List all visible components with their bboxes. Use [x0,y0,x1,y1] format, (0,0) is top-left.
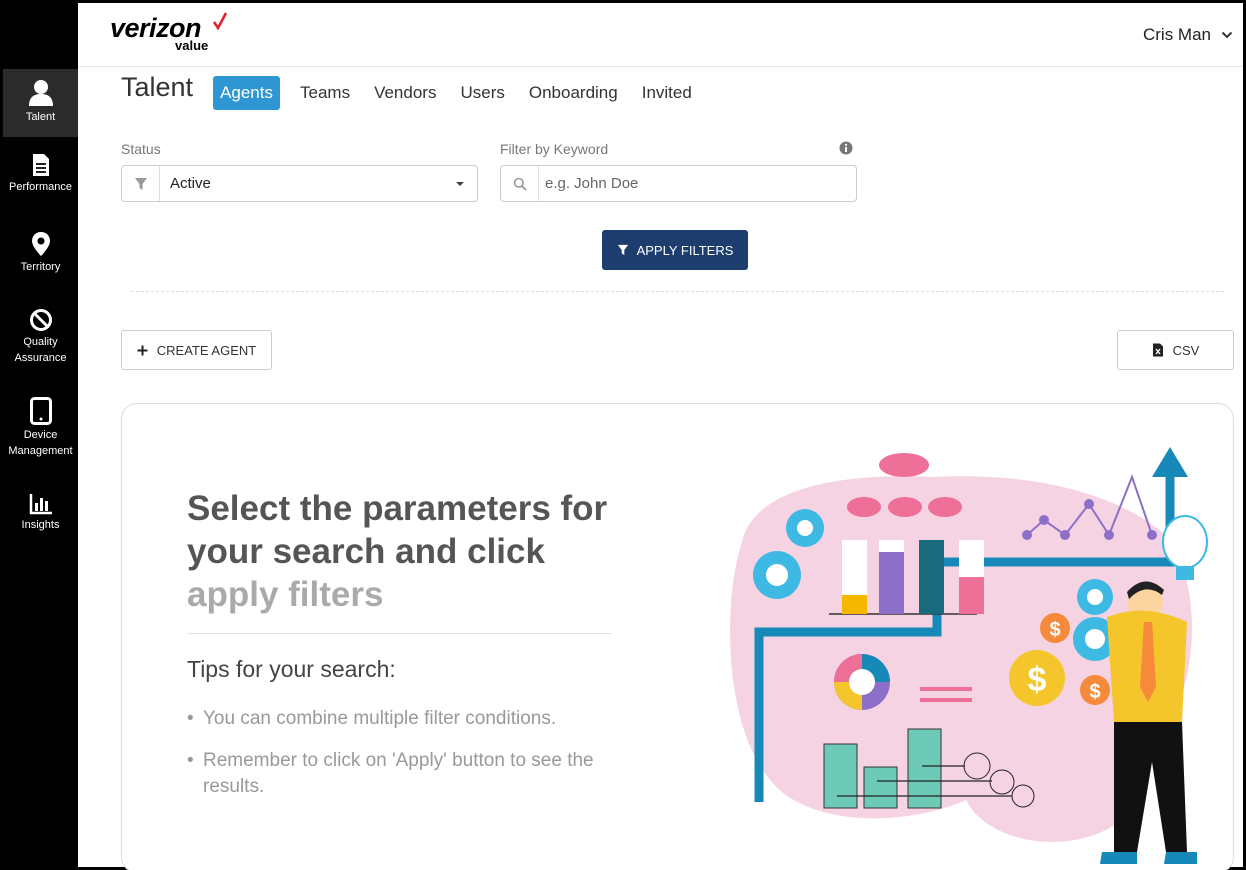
keyword-field[interactable]: e.g. John Doe [500,165,857,202]
file-excel-icon [1152,343,1163,357]
top-bar: verizon value Cris Man [78,3,1243,67]
sidebar-item-talent[interactable]: Talent [3,69,78,137]
map-pin-icon [31,232,50,256]
sidebar-item-label: Quality [23,336,58,348]
keyword-label: Filter by Keyword [500,141,609,157]
tips-title: Tips for your search: [187,656,396,682]
bar-chart-icon [29,494,52,515]
csv-export-button[interactable]: CSV [1117,330,1234,370]
sidebar-item-label: Assurance [14,352,67,364]
tip-item: • Remember to click on 'Apply' button to… [187,748,627,800]
section-divider [131,291,1224,292]
checkmark-icon [212,12,228,31]
sidebar-item-label: Management [8,445,73,457]
headline-highlight: apply filters [187,575,384,614]
sidebar-item-device-management[interactable]: Device Management [3,397,78,462]
search-illustration: $ $ $ [730,447,1208,864]
tab-vendors[interactable]: Vendors [374,83,436,103]
filter-addon [122,166,160,201]
headline-text: Select the parameters for your search an… [187,489,608,571]
sidebar-item-performance[interactable]: Performance [3,153,78,208]
filter-icon [617,244,628,256]
plus-icon [137,345,148,355]
search-addon [501,166,539,201]
info-icon[interactable] [839,141,853,155]
keyword-placeholder: e.g. John Doe [545,175,639,192]
user-name: Cris Man [1142,25,1211,44]
brand-logo[interactable]: verizon value [110,12,228,53]
sidebar-item-insights[interactable]: Insights [3,493,78,538]
sidebar-item-territory[interactable]: Territory [3,231,78,286]
ban-icon [29,309,52,331]
caret-down-icon [456,181,464,186]
sidebar-item-label: Performance [9,181,72,193]
empty-state-headline: Select the parameters for your search an… [187,487,627,616]
user-icon [28,80,53,106]
tablet-icon [29,397,52,425]
status-value: Active [170,175,211,192]
create-agent-button[interactable]: CREATE AGENT [121,330,272,370]
empty-state-panel: Select the parameters for your search an… [121,403,1234,870]
apply-filters-button[interactable]: APPLY FILTERS [602,230,748,270]
sidebar-item-label: Device [23,429,58,441]
apply-filters-label: APPLY FILTERS [636,242,734,258]
bullet: • [187,708,194,729]
chevron-down-icon [1221,31,1233,39]
tip-text: You can combine multiple filter conditio… [203,708,557,729]
tip-text: Remember to click on 'Apply' button to s… [203,750,594,797]
search-icon [513,177,527,191]
tab-onboarding[interactable]: Onboarding [529,83,618,103]
status-select[interactable]: Active [121,165,478,202]
brand-sub: value [175,38,209,53]
tab-teams[interactable]: Teams [300,83,350,103]
tab-users[interactable]: Users [460,83,504,103]
main-content: verizon value Cris Man Talent Agents Tea… [78,3,1243,870]
tip-item: • You can combine multiple filter condit… [187,706,627,732]
svg-text:$: $ [1028,661,1047,699]
page-title: Talent [121,71,194,102]
tab-invited[interactable]: Invited [642,83,692,103]
csv-label: CSV [1172,342,1200,358]
svg-text:$: $ [1089,681,1100,703]
sidebar-item-label: Talent [25,111,56,123]
sidebar-item-quality-assurance[interactable]: Quality Assurance [3,308,78,373]
document-icon [32,154,49,176]
status-label: Status [121,141,161,157]
filter-icon [134,177,147,190]
sidebar: Talent Performance Territory Quality Ass… [3,3,78,867]
bullet: • [187,750,194,771]
sidebar-item-label: Territory [20,261,61,273]
divider [187,633,612,634]
tab-agents[interactable]: Agents [213,76,280,110]
svg-text:$: $ [1049,619,1060,641]
sidebar-item-label: Insights [21,519,60,531]
tab-bar: Talent Agents Teams Vendors Users Onboar… [121,71,716,113]
user-menu[interactable]: Cris Man [1143,25,1233,45]
create-agent-label: CREATE AGENT [156,342,257,358]
